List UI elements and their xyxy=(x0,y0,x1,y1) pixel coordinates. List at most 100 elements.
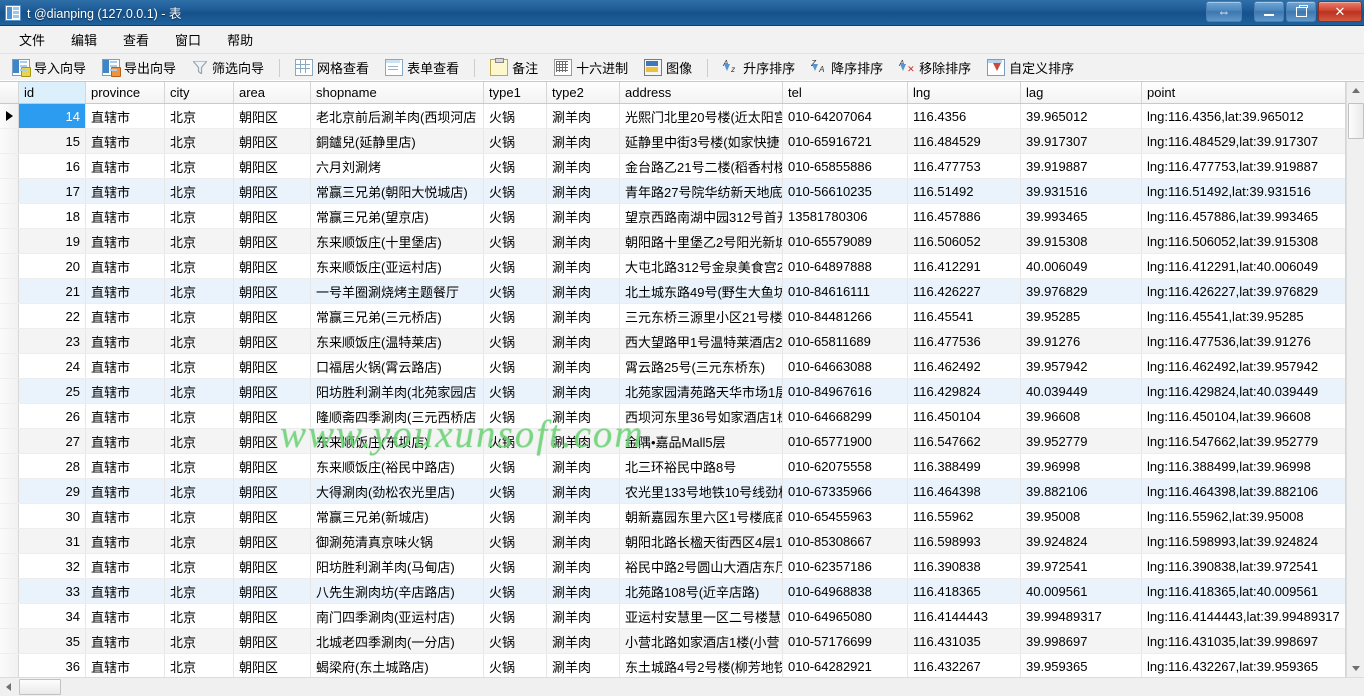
cell-lng[interactable]: 116.431035 xyxy=(907,628,1021,654)
cell-shopname[interactable]: 八先生涮肉坊(辛店路店) xyxy=(310,578,484,604)
cell-lag[interactable]: 39.915308 xyxy=(1020,228,1142,254)
cell-id[interactable]: 24 xyxy=(18,353,86,379)
column-header-area[interactable]: area xyxy=(233,82,311,104)
column-header-tel[interactable]: tel xyxy=(782,82,908,104)
cell-city[interactable]: 北京 xyxy=(164,553,234,579)
row-selector[interactable] xyxy=(0,253,19,279)
cell-id[interactable]: 36 xyxy=(18,653,86,677)
cell-lng[interactable]: 116.462492 xyxy=(907,353,1021,379)
hex-button[interactable]: 十六进制 xyxy=(547,55,635,80)
cell-type1[interactable]: 火锅 xyxy=(483,128,547,154)
cell-type1[interactable]: 火锅 xyxy=(483,403,547,429)
resize-button[interactable]: ⇔ xyxy=(1206,1,1242,22)
cell-area[interactable]: 朝阳区 xyxy=(233,203,311,229)
row-selector[interactable] xyxy=(0,378,19,404)
table-row[interactable]: 34 直辖市 北京 朝阳区 南门四季涮肉(亚运村店) 火锅 涮羊肉 亚运村安慧里一区二号楼慧 0… xyxy=(0,603,1345,629)
cell-tel[interactable]: 010-65811689 xyxy=(782,328,908,354)
cell-address[interactable]: 农光里133号地铁10号线劲松 xyxy=(619,478,783,504)
cell-point[interactable]: lng:116.506052,lat:39.915308 xyxy=(1141,228,1345,254)
cell-province[interactable]: 直辖市 xyxy=(85,603,165,629)
cell-province[interactable]: 直辖市 xyxy=(85,378,165,404)
cell-type1[interactable]: 火锅 xyxy=(483,153,547,179)
cell-point[interactable]: lng:116.462492,lat:39.957942 xyxy=(1141,353,1345,379)
cell-province[interactable]: 直辖市 xyxy=(85,278,165,304)
cell-type2[interactable]: 涮羊肉 xyxy=(546,453,620,479)
cell-point[interactable]: lng:116.412291,lat:40.006049 xyxy=(1141,253,1345,279)
column-header-point[interactable]: point xyxy=(1141,82,1345,104)
cell-address[interactable]: 小营北路如家酒店1楼(小营 xyxy=(619,628,783,654)
cell-type2[interactable]: 涮羊肉 xyxy=(546,203,620,229)
cell-province[interactable]: 直辖市 xyxy=(85,428,165,454)
cell-city[interactable]: 北京 xyxy=(164,503,234,529)
cell-tel[interactable]: 010-85308667 xyxy=(782,528,908,554)
cell-lng[interactable]: 116.477536 xyxy=(907,328,1021,354)
cell-point[interactable]: lng:116.450104,lat:39.96608 xyxy=(1141,403,1345,429)
cell-province[interactable]: 直辖市 xyxy=(85,328,165,354)
cell-province[interactable]: 直辖市 xyxy=(85,628,165,654)
cell-point[interactable]: lng:116.547662,lat:39.952779 xyxy=(1141,428,1345,454)
cell-province[interactable]: 直辖市 xyxy=(85,303,165,329)
cell-city[interactable]: 北京 xyxy=(164,228,234,254)
table-row[interactable]: 24 直辖市 北京 朝阳区 口福居火锅(霄云路店) 火锅 涮羊肉 霄云路25号(三元东桥东) 0… xyxy=(0,353,1345,379)
close-button[interactable]: ✕ xyxy=(1318,1,1362,22)
export-wizard-button[interactable]: 导出向导 xyxy=(95,55,183,80)
table-row[interactable]: 32 直辖市 北京 朝阳区 阳坊胜利涮羊肉(马甸店) 火锅 涮羊肉 裕民中路2号圆山大酒店东厅… xyxy=(0,553,1345,579)
cell-city[interactable]: 北京 xyxy=(164,353,234,379)
column-header-address[interactable]: address xyxy=(619,82,783,104)
cell-type2[interactable]: 涮羊肉 xyxy=(546,328,620,354)
cell-id[interactable]: 23 xyxy=(18,328,86,354)
cell-type1[interactable]: 火锅 xyxy=(483,178,547,204)
cell-lng[interactable]: 116.464398 xyxy=(907,478,1021,504)
cell-address[interactable]: 青年路27号院华纺新天地底 xyxy=(619,178,783,204)
cell-lag[interactable]: 39.882106 xyxy=(1020,478,1142,504)
cell-shopname[interactable]: 南门四季涮肉(亚运村店) xyxy=(310,603,484,629)
row-selector[interactable] xyxy=(0,503,19,529)
cell-type1[interactable]: 火锅 xyxy=(483,203,547,229)
memo-button[interactable]: 备注 xyxy=(483,55,545,80)
cell-lag[interactable]: 39.965012 xyxy=(1020,103,1142,129)
row-selector[interactable] xyxy=(0,203,19,229)
cell-address[interactable]: 霄云路25号(三元东桥东) xyxy=(619,353,783,379)
cell-address[interactable]: 朝阳北路长楹天街西区4层1 xyxy=(619,528,783,554)
cell-area[interactable]: 朝阳区 xyxy=(233,528,311,554)
row-selector[interactable] xyxy=(0,228,19,254)
table-row[interactable]: 26 直辖市 北京 朝阳区 隆顺斋四季涮肉(三元西桥店 火锅 涮羊肉 西坝河东里36号如家酒店… xyxy=(0,403,1345,429)
cell-id[interactable]: 30 xyxy=(18,503,86,529)
cell-type2[interactable]: 涮羊肉 xyxy=(546,303,620,329)
cell-province[interactable]: 直辖市 xyxy=(85,578,165,604)
cell-lag[interactable]: 40.006049 xyxy=(1020,253,1142,279)
cell-city[interactable]: 北京 xyxy=(164,603,234,629)
maximize-button[interactable] xyxy=(1286,1,1316,22)
cell-shopname[interactable]: 蝎梁府(东土城路店) xyxy=(310,653,484,677)
cell-area[interactable]: 朝阳区 xyxy=(233,628,311,654)
cell-city[interactable]: 北京 xyxy=(164,528,234,554)
cell-id[interactable]: 20 xyxy=(18,253,86,279)
cell-lng[interactable]: 116.412291 xyxy=(907,253,1021,279)
cell-type1[interactable]: 火锅 xyxy=(483,553,547,579)
cell-shopname[interactable]: 口福居火锅(霄云路店) xyxy=(310,353,484,379)
table-row[interactable]: 16 直辖市 北京 朝阳区 六月刘涮烤 火锅 涮羊肉 金台路乙21号二楼(稻香村楼 010-65… xyxy=(0,153,1345,179)
cell-tel[interactable]: 010-64207064 xyxy=(782,103,908,129)
cell-lng[interactable]: 116.4144443 xyxy=(907,603,1021,629)
cell-city[interactable]: 北京 xyxy=(164,203,234,229)
cell-point[interactable]: lng:116.484529,lat:39.917307 xyxy=(1141,128,1345,154)
cell-tel[interactable]: 13581780306 xyxy=(782,203,908,229)
cell-area[interactable]: 朝阳区 xyxy=(233,603,311,629)
scroll-left-button[interactable] xyxy=(0,679,17,696)
cell-type1[interactable]: 火锅 xyxy=(483,253,547,279)
cell-type1[interactable]: 火锅 xyxy=(483,428,547,454)
cell-city[interactable]: 北京 xyxy=(164,428,234,454)
cell-tel[interactable]: 010-65855886 xyxy=(782,153,908,179)
cell-id[interactable]: 29 xyxy=(18,478,86,504)
cell-city[interactable]: 北京 xyxy=(164,253,234,279)
scroll-up-button[interactable] xyxy=(1347,82,1364,99)
table-row[interactable]: 28 直辖市 北京 朝阳区 东来顺饭庄(裕民中路店) 火锅 涮羊肉 北三环裕民中路8号 010-… xyxy=(0,453,1345,479)
cell-type2[interactable]: 涮羊肉 xyxy=(546,478,620,504)
table-row[interactable]: 25 直辖市 北京 朝阳区 阳坊胜利涮羊肉(北苑家园店 火锅 涮羊肉 北苑家园清苑路天华市场1… xyxy=(0,378,1345,404)
menu-view[interactable]: 查看 xyxy=(110,26,162,53)
cell-shopname[interactable]: 銅鑪兒(延静里店) xyxy=(310,128,484,154)
cell-city[interactable]: 北京 xyxy=(164,403,234,429)
cell-lng[interactable]: 116.506052 xyxy=(907,228,1021,254)
cell-type2[interactable]: 涮羊肉 xyxy=(546,278,620,304)
cell-lng[interactable]: 116.598993 xyxy=(907,528,1021,554)
